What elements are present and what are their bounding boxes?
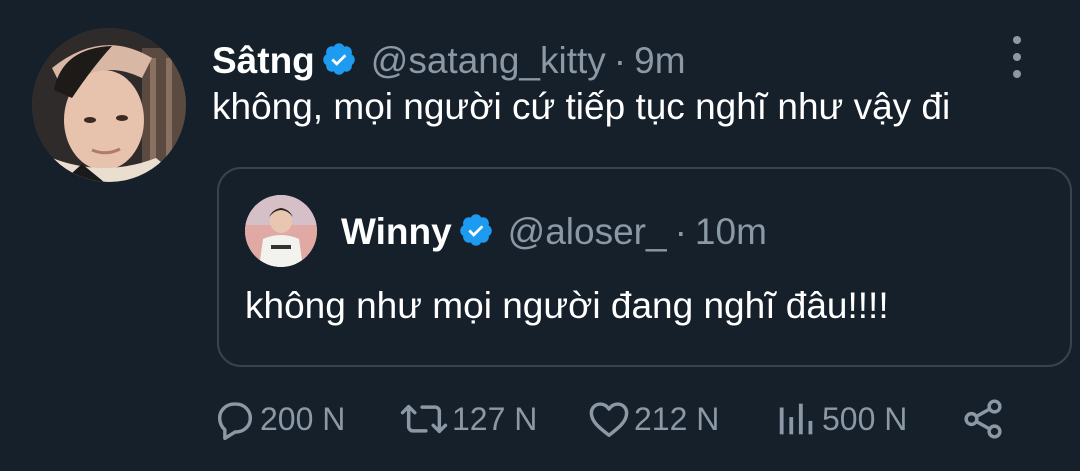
quoted-avatar-photo-icon [245, 195, 317, 267]
reply-count: 200 N [260, 400, 346, 437]
tweet-text: không, mọi người cứ tiếp tục nghĩ như vậ… [212, 86, 951, 127]
quoted-tweet-text: không như mọi người đang nghĩ đâu!!!! [245, 285, 889, 326]
views-button[interactable]: 500 N [774, 392, 907, 446]
separator-dot: · [613, 40, 627, 81]
share-icon [964, 399, 1002, 439]
like-count: 212 N [634, 400, 720, 437]
verified-badge-icon [321, 41, 357, 82]
quoted-verified-badge-icon [458, 212, 494, 253]
tweet-actions: 200 N 127 N 212 N 500 N [212, 392, 1032, 446]
tweet[interactable]: Sâtng @satang_kitty · 9m không, mọi ngườ… [0, 0, 1080, 471]
author-display-name[interactable]: Sâtng [212, 40, 315, 82]
reply-button[interactable]: 200 N [212, 392, 345, 446]
heart-icon [589, 402, 629, 438]
reply-icon [217, 402, 253, 441]
tweet-header: Sâtng @satang_kitty · 9m [212, 36, 686, 86]
quoted-tweet-timestamp[interactable]: 10m [695, 211, 767, 253]
more-vertical-icon[interactable] [1003, 36, 1031, 78]
retweet-count: 127 N [452, 400, 538, 437]
share-button[interactable] [960, 392, 1006, 446]
quoted-separator-dot: · [674, 211, 687, 252]
quoted-author-handle[interactable]: @aloser_ [508, 211, 667, 253]
author-avatar[interactable] [32, 28, 186, 182]
quoted-author-avatar[interactable] [245, 195, 317, 267]
quoted-tweet[interactable]: Winny @aloser_ · 10m không như mọi người… [217, 167, 1072, 367]
author-handle[interactable]: @satang_kitty [371, 40, 606, 82]
views-icon [779, 403, 813, 435]
avatar-photo-icon [32, 28, 186, 182]
retweet-button[interactable]: 127 N [398, 392, 537, 446]
quoted-author-display-name[interactable]: Winny [341, 211, 452, 253]
retweet-icon [400, 404, 448, 434]
views-count: 500 N [822, 400, 908, 437]
tweet-timestamp[interactable]: 9m [634, 40, 685, 82]
quoted-tweet-header: Winny @aloser_ · 10m [341, 207, 767, 257]
like-button[interactable]: 212 N [586, 392, 719, 446]
